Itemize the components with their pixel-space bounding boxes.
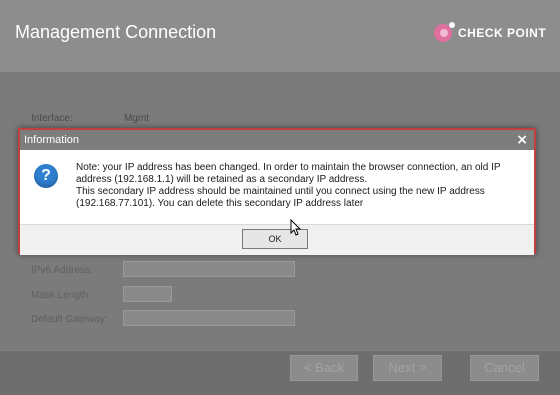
back-button[interactable]: < Back — [290, 355, 358, 381]
dialog-title: Information — [24, 134, 80, 146]
ipv6-address-input[interactable] — [123, 261, 295, 277]
default-gateway-input[interactable] — [123, 310, 295, 326]
question-icon: ? — [34, 164, 58, 188]
dialog-body: ? Note: your IP address has been changed… — [20, 150, 534, 224]
message-line-2: This secondary IP address should be main… — [76, 186, 485, 209]
interface-label: Interface: — [31, 113, 73, 124]
message-line-1: Note: your IP address has been changed. … — [76, 162, 501, 185]
check-point-logo: CHECK POINT — [434, 21, 546, 45]
logo-icon — [434, 22, 455, 42]
interface-value: Mgmt — [124, 113, 149, 124]
cancel-button[interactable]: Cancel — [470, 355, 539, 381]
mask-length-input[interactable] — [123, 286, 172, 302]
information-dialog: Information × ? Note: your IP address ha… — [18, 128, 536, 255]
ipv6-address-label: IPv6 Address: — [31, 265, 93, 276]
mouse-cursor-icon — [290, 219, 302, 236]
dialog-titlebar: Information × — [20, 130, 534, 150]
next-button[interactable]: Next > — [373, 355, 442, 381]
dialog-message: Note: your IP address has been changed. … — [76, 162, 526, 210]
logo-text: CHECK POINT — [458, 26, 547, 40]
page-title: Management Connection — [15, 22, 217, 42]
mask-length-label: Mask Length: — [31, 290, 92, 301]
page-header: Management Connection CHECK POINT — [0, 0, 560, 72]
default-gateway-label: Default Gateway: — [31, 314, 108, 325]
close-icon[interactable]: × — [516, 132, 528, 148]
dialog-footer: OK — [20, 224, 534, 255]
